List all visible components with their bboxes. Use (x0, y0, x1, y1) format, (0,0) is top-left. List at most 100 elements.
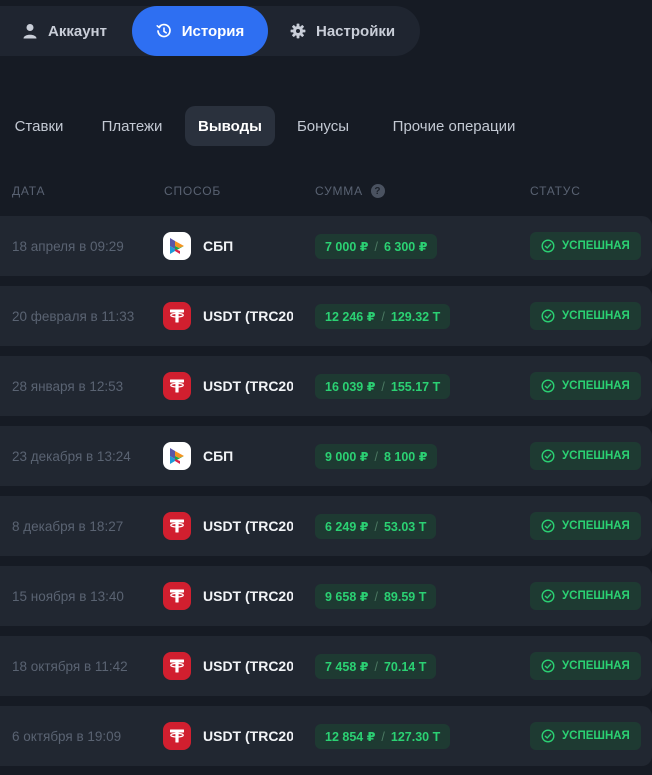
amount-separator: / (374, 659, 378, 674)
amount-separator: / (374, 589, 378, 604)
tether-logo-icon (170, 729, 184, 743)
tab-settings[interactable]: Настройки (290, 6, 410, 56)
amount-received: 6 300 ₽ (383, 240, 428, 254)
amount-separator: / (374, 239, 378, 254)
tab-settings-label: Настройки (316, 22, 396, 40)
check-circle-icon (541, 519, 555, 533)
amount-separator: / (381, 309, 385, 324)
gear-icon (290, 23, 306, 39)
amount-separator: / (374, 519, 378, 534)
status-badge: УСПЕШНАЯ (530, 582, 641, 610)
subtab-other-operations[interactable]: Прочие операции (378, 106, 530, 146)
table-row[interactable]: 23 декабря в 13:24 СБП 9 000 ₽ / 8 100 ₽ УСПЕ… (0, 426, 652, 486)
table-row[interactable]: 15 ноября в 13:40 USDT (TRC20) 9 658 ₽ / 89.… (0, 566, 652, 626)
amount-rub: 7 458 ₽ (325, 660, 369, 674)
payment-method-name: USDT (TRC20) (203, 728, 293, 744)
payment-method-name: USDT (TRC20) (203, 308, 293, 324)
payment-method-name: СБП (203, 448, 234, 464)
row-date: 18 апреля в 09:29 (12, 238, 124, 254)
amount-received: 8 100 ₽ (383, 450, 428, 464)
subtab-bets[interactable]: Ставки (0, 106, 78, 146)
amount-badge: 9 000 ₽ / 8 100 ₽ (315, 444, 438, 469)
row-date: 8 декабря в 18:27 (12, 518, 124, 534)
payment-method-icon (163, 722, 191, 750)
history-clock-icon (156, 23, 171, 38)
tab-history-label: История (181, 22, 245, 40)
status-label: УСПЕШНАЯ (562, 380, 630, 392)
row-date: 18 октября в 11:42 (12, 658, 128, 674)
withdrawals-list: 18 апреля в 09:29 СБП 7 000 ₽ / 6 300 ₽ УСПЕШ… (0, 216, 652, 775)
tether-logo-icon (170, 659, 184, 673)
table-row[interactable]: 18 октября в 11:42 USDT (TRC20) 7 458 ₽ / 70… (0, 636, 652, 696)
amount-badge: 9 658 ₽ / 89.59 T (315, 584, 437, 609)
column-header-amount: СУММА ? (315, 184, 385, 198)
status-label: УСПЕШНАЯ (562, 520, 630, 532)
payment-method-icon (163, 652, 191, 680)
amount-badge: 16 039 ₽ / 155.17 T (315, 374, 451, 399)
tab-account[interactable]: Аккаунт (22, 6, 122, 56)
status-label: УСПЕШНАЯ (562, 240, 630, 252)
amount-received: 89.59 T (383, 589, 427, 604)
amount-badge: 12 854 ₽ / 127.30 T (315, 724, 451, 749)
amount-badge: 7 000 ₽ / 6 300 ₽ (315, 234, 438, 259)
subtab-bonuses[interactable]: Бонусы (287, 106, 359, 146)
amount-rub: 12 854 ₽ (325, 730, 376, 744)
tether-logo-icon (170, 589, 184, 603)
status-badge: УСПЕШНАЯ (530, 652, 641, 680)
amount-badge: 6 249 ₽ / 53.03 T (315, 514, 437, 539)
table-row[interactable]: 28 января в 12:53 USDT (TRC20) 16 039 ₽ / 15… (0, 356, 652, 416)
tab-account-label: Аккаунт (48, 22, 107, 40)
status-badge: УСПЕШНАЯ (530, 372, 641, 400)
amount-separator: / (374, 449, 378, 464)
payment-method-name: USDT (TRC20) (203, 588, 293, 604)
check-circle-icon (541, 239, 555, 253)
check-circle-icon (541, 729, 555, 743)
payment-method-icon (163, 512, 191, 540)
payment-method-icon (163, 582, 191, 610)
payment-method-icon (163, 372, 191, 400)
status-label: УСПЕШНАЯ (562, 310, 630, 322)
table-row[interactable]: 8 декабря в 18:27 USDT (TRC20) 6 249 ₽ / 53.… (0, 496, 652, 556)
status-badge: УСПЕШНАЯ (530, 512, 641, 540)
payment-method-name: USDT (TRC20) (203, 518, 293, 534)
amount-rub: 9 000 ₽ (325, 450, 369, 464)
top-tab-bar: Аккаунт История Настройки (0, 6, 420, 56)
tether-logo-icon (170, 309, 184, 323)
column-header-method: СПОСОБ (164, 184, 222, 198)
payment-method-icon (163, 302, 191, 330)
status-label: УСПЕШНАЯ (562, 660, 630, 672)
table-row[interactable]: 6 октября в 19:09 USDT (TRC20) 12 854 ₽/12… (0, 706, 652, 766)
row-date: 20 февраля в 11:33 (12, 308, 135, 324)
tether-logo-icon (170, 379, 184, 393)
payment-method-name: СБП (203, 238, 234, 254)
row-date: 23 декабря в 13:24 (12, 448, 131, 464)
help-icon[interactable]: ? (370, 184, 385, 198)
subtab-withdrawals[interactable]: Выводы (185, 106, 275, 146)
amount-rub: 7 000 ₽ (325, 240, 369, 254)
amount-rub: 12 246 ₽ (325, 310, 376, 324)
amount-received: 53.03 T (383, 519, 427, 534)
sbp-logo-icon (170, 238, 184, 254)
status-label: УСПЕШНАЯ (562, 450, 630, 462)
status-badge: УСПЕШНАЯ (530, 232, 641, 260)
amount-rub: 9 658 ₽ (325, 590, 369, 604)
check-circle-icon (541, 449, 555, 463)
tab-history[interactable]: История (132, 6, 268, 56)
table-row[interactable]: 20 февраля в 11:33 USDT (TRC20) 12 246 ₽/1… (0, 286, 652, 346)
amount-separator: / (381, 379, 385, 394)
tether-logo-icon (170, 519, 184, 533)
payment-method-name: USDT (TRC20) (203, 378, 293, 394)
payment-method-icon (163, 442, 191, 470)
table-row[interactable]: 18 апреля в 09:29 СБП 7 000 ₽ / 6 300 ₽ УСПЕШ… (0, 216, 652, 276)
sbp-logo-icon (170, 448, 184, 464)
payment-method-icon (163, 232, 191, 260)
amount-received: 70.14 T (383, 659, 427, 674)
payment-method-name: USDT (TRC20) (203, 658, 293, 674)
amount-received: 127.30 T (390, 729, 441, 744)
row-date: 15 ноября в 13:40 (12, 588, 124, 604)
column-header-date: ДАТА (12, 184, 46, 198)
amount-badge: 12 246 ₽ / 129.32 T (315, 304, 451, 329)
amount-rub: 16 039 ₽ (325, 380, 376, 394)
check-circle-icon (541, 589, 555, 603)
subtab-payments[interactable]: Платежи (91, 106, 173, 146)
